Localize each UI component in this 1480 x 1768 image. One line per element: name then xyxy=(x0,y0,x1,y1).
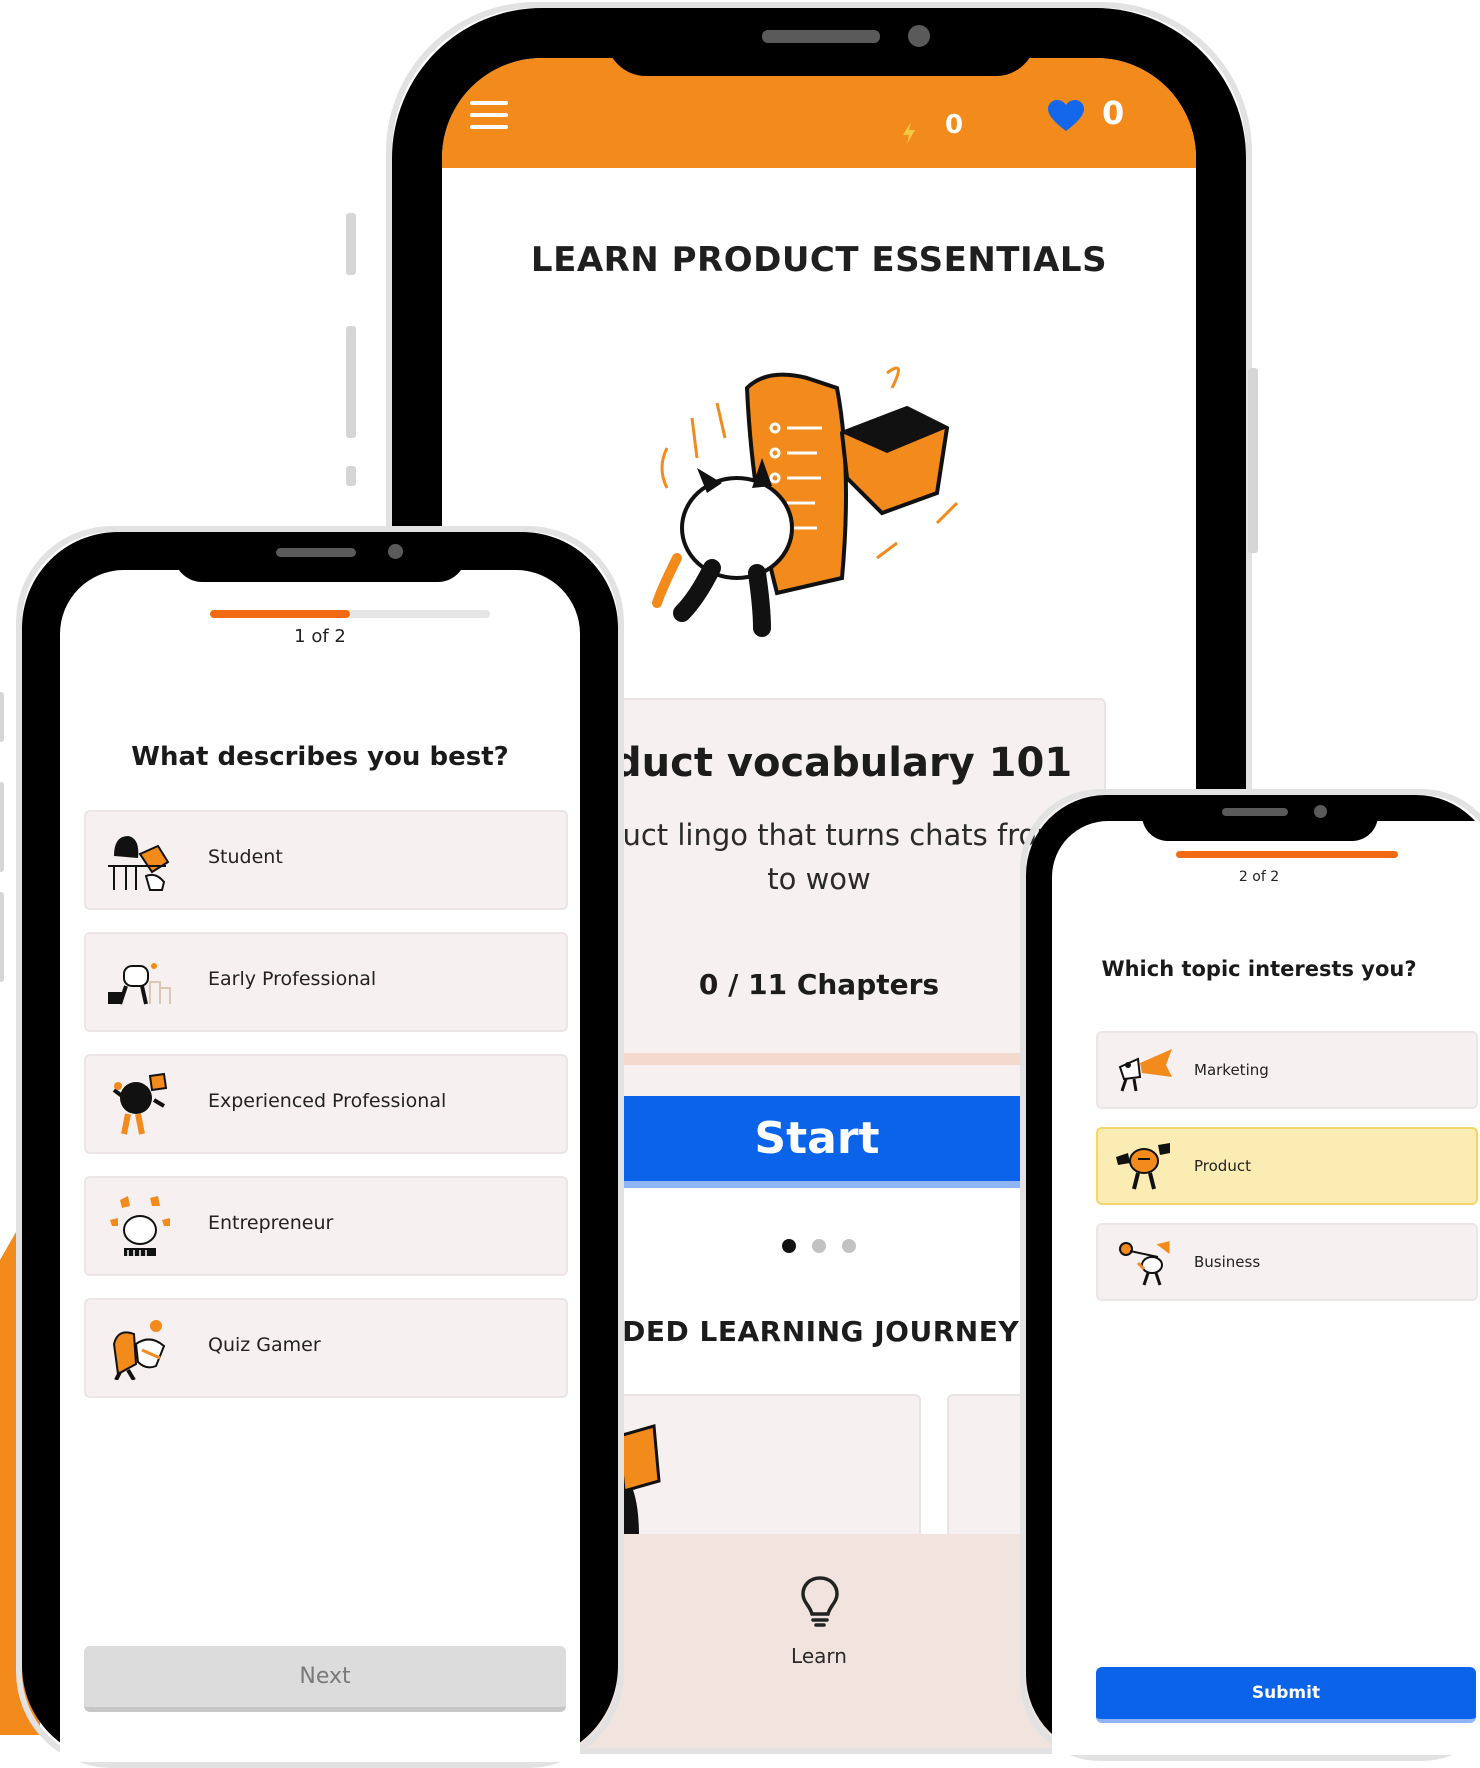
step-progress-fill xyxy=(210,610,350,618)
experienced-professional-icon xyxy=(112,1072,168,1135)
option-product[interactable]: Product xyxy=(1096,1127,1478,1205)
step-progress-fill xyxy=(1176,851,1398,858)
onboarding-phone-step1: 1 of 2 What describes you best? Student … xyxy=(0,526,624,1768)
carousel-dot-3[interactable] xyxy=(842,1239,856,1253)
submit-button[interactable]: Submit xyxy=(1096,1667,1476,1723)
speaker-grille xyxy=(1222,808,1288,816)
early-professional-icon xyxy=(108,963,171,1005)
option-label: Product xyxy=(1194,1157,1251,1175)
option-label: Entrepreneur xyxy=(208,1212,334,1234)
mute-switch xyxy=(346,213,356,275)
onboarding-step2-screen: 2 of 2 Which topic interests you? Market… xyxy=(1052,821,1480,1755)
entrepreneur-icon xyxy=(110,1196,170,1256)
front-camera xyxy=(908,25,930,47)
menu-icon[interactable] xyxy=(470,101,508,137)
left-phone-notch xyxy=(174,532,466,582)
option-label: Business xyxy=(1194,1253,1261,1271)
course-progress-bar xyxy=(534,1053,1100,1065)
option-label: Student xyxy=(208,846,283,868)
onboarding-step1-screen: 1 of 2 What describes you best? Student … xyxy=(60,570,580,1762)
step-progress-track xyxy=(1176,851,1398,858)
quiz-gamer-icon xyxy=(112,1320,166,1380)
power-button xyxy=(1248,368,1258,553)
carousel-dot-1[interactable] xyxy=(782,1239,796,1253)
front-camera xyxy=(1314,805,1327,818)
onboarding-phone-step2: 2 of 2 Which topic interests you? Market… xyxy=(1020,789,1480,1761)
question-title: What describes you best? xyxy=(131,742,509,772)
product-icon xyxy=(1116,1143,1170,1190)
lightning-count: 0 xyxy=(945,110,964,140)
option-student[interactable]: Student xyxy=(84,810,568,910)
mute-switch xyxy=(0,692,4,742)
speaker-grille xyxy=(276,548,356,557)
volume-down-button xyxy=(0,892,4,982)
option-label: Experienced Professional xyxy=(208,1090,447,1112)
option-experienced-professional[interactable]: Experienced Professional xyxy=(84,1054,568,1154)
step-progress-track xyxy=(210,610,490,618)
business-icon xyxy=(1119,1241,1170,1286)
volume-up-button xyxy=(0,782,4,872)
lightning-icon xyxy=(903,122,915,144)
option-quiz-gamer[interactable]: Quiz Gamer xyxy=(84,1298,568,1398)
right-phone-notch xyxy=(1142,795,1378,841)
step-label: 1 of 2 xyxy=(294,626,346,647)
marketing-icon xyxy=(1118,1049,1172,1092)
course-hero-illustration xyxy=(652,366,959,637)
volume-down-button xyxy=(346,466,356,486)
carousel-dot-2[interactable] xyxy=(812,1239,826,1253)
heart-icon xyxy=(1048,100,1084,131)
hearts-count: 0 xyxy=(1102,94,1125,132)
student-icon xyxy=(108,836,170,891)
option-label: Quiz Gamer xyxy=(208,1334,321,1356)
main-phone-notch xyxy=(606,8,1036,76)
volume-up-button xyxy=(346,326,356,438)
speaker-grille xyxy=(762,30,880,43)
next-button[interactable]: Next xyxy=(84,1646,566,1712)
question-title: Which topic interests you? xyxy=(1101,957,1417,981)
option-business[interactable]: Business xyxy=(1096,1223,1478,1301)
front-camera xyxy=(388,544,403,559)
start-button[interactable]: Start xyxy=(534,1096,1100,1188)
option-label: Marketing xyxy=(1194,1061,1269,1079)
lightbulb-icon[interactable] xyxy=(798,1574,842,1628)
option-early-professional[interactable]: Early Professional xyxy=(84,932,568,1032)
course-title: LEARN PRODUCT ESSENTIALS xyxy=(530,240,1108,280)
option-entrepreneur[interactable]: Entrepreneur xyxy=(84,1176,568,1276)
option-marketing[interactable]: Marketing xyxy=(1096,1031,1478,1109)
step-label: 2 of 2 xyxy=(1238,869,1280,885)
option-label: Early Professional xyxy=(208,968,377,990)
